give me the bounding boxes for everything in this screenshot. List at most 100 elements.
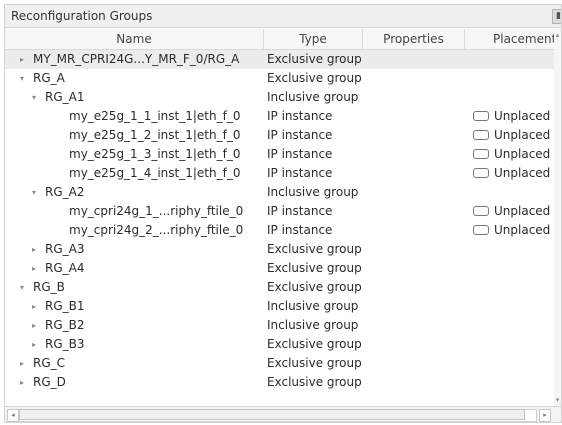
row-name: MY_MR_CPRI24G...Y_MR_F_0/RG_A xyxy=(33,52,240,66)
expand-arrow-down-icon[interactable]: ▾ xyxy=(29,88,39,107)
tree-row[interactable]: my_e25g_1_4_inst_1|eth_f_0 IP instance Unp… xyxy=(5,164,554,183)
float-panel-button[interactable]: ▮ xyxy=(552,9,561,24)
expand-arrow-down-icon[interactable]: ▾ xyxy=(17,278,27,297)
expand-arrow-down-icon[interactable]: ▾ xyxy=(17,69,27,88)
row-type: IP instance xyxy=(267,223,333,237)
row-type: IP instance xyxy=(267,128,333,142)
tree-row[interactable]: my_cpri24g_1_...riphy_ftile_0 IP instance… xyxy=(5,202,554,221)
column-header-properties[interactable]: Properties xyxy=(363,29,465,49)
tree-row[interactable]: ▸ RG_C Exclusive group xyxy=(5,354,554,373)
row-type: IP instance xyxy=(267,109,333,123)
horizontal-scrollbar[interactable]: ◂ ▸ xyxy=(5,406,561,422)
expand-arrow-right-icon[interactable]: ▸ xyxy=(17,354,27,373)
row-name: RG_A3 xyxy=(45,242,85,256)
tree-table-body: ▸ MY_MR_CPRI24G...Y_MR_F_0/RG_A Exclusive … xyxy=(5,50,554,406)
row-name: RG_B2 xyxy=(45,318,85,332)
placement-box-icon xyxy=(473,205,489,216)
row-type: Exclusive group xyxy=(267,337,362,351)
row-type: Inclusive group xyxy=(267,185,359,199)
row-type: IP instance xyxy=(267,147,333,161)
row-name: RG_A xyxy=(33,71,65,85)
column-header-name[interactable]: Name xyxy=(5,29,264,49)
table-header: Name Type Properties Placement xyxy=(5,29,554,50)
placement-label: Unplaced xyxy=(494,147,551,161)
row-type: IP instance xyxy=(267,166,333,180)
placement-label: Unplaced xyxy=(494,128,551,142)
row-name: my_e25g_1_1_inst_1|eth_f_0 xyxy=(69,109,241,123)
tree-row[interactable]: ▸ MY_MR_CPRI24G...Y_MR_F_0/RG_A Exclusive … xyxy=(5,50,554,69)
expand-arrow-down-icon[interactable]: ▾ xyxy=(29,183,39,202)
row-name: RG_A4 xyxy=(45,261,85,275)
row-placement[interactable]: Unplaced xyxy=(473,164,550,183)
tree-row[interactable]: ▸ RG_B1 Inclusive group xyxy=(5,297,554,316)
expand-arrow-right-icon[interactable]: ▸ xyxy=(17,373,27,392)
row-name: RG_B1 xyxy=(45,299,85,313)
row-name: my_e25g_1_4_inst_1|eth_f_0 xyxy=(69,166,241,180)
row-name: my_cpri24g_2_...riphy_ftile_0 xyxy=(69,223,244,237)
tree-row[interactable]: my_e25g_1_2_inst_1|eth_f_0 IP instance Unp… xyxy=(5,126,554,145)
reconfiguration-groups-panel: Reconfiguration Groups ▮ Name Type Prope… xyxy=(4,4,562,423)
row-type: Exclusive group xyxy=(267,71,362,85)
tree-row[interactable]: ▸ RG_B3 Exclusive group xyxy=(5,335,554,354)
row-type: Exclusive group xyxy=(267,52,362,66)
tree-row[interactable]: ▸ RG_A4 Exclusive group xyxy=(5,259,554,278)
panel-titlebar: Reconfiguration Groups ▮ xyxy=(5,5,561,28)
row-name: RG_B xyxy=(33,280,65,294)
vertical-scrollbar[interactable]: ▴ ▾ xyxy=(554,29,561,406)
placement-box-icon xyxy=(473,224,489,235)
tree-row[interactable]: ▸ RG_D Exclusive group xyxy=(5,373,554,392)
row-type: Exclusive group xyxy=(267,242,362,256)
column-header-placement[interactable]: Placement xyxy=(465,29,554,49)
panel-title: Reconfiguration Groups xyxy=(11,9,153,23)
scroll-up-arrow-icon[interactable]: ▴ xyxy=(554,31,561,39)
row-name: RG_C xyxy=(33,356,66,370)
tree-row[interactable]: my_e25g_1_1_inst_1|eth_f_0 IP instance Unp… xyxy=(5,107,554,126)
tree-row[interactable]: ▾ RG_A2 Inclusive group xyxy=(5,183,554,202)
row-name: RG_B3 xyxy=(45,337,85,351)
tree-row[interactable]: ▾ RG_B Exclusive group xyxy=(5,278,554,297)
column-header-type[interactable]: Type xyxy=(264,29,363,49)
tree-row[interactable]: ▾ RG_A1 Inclusive group xyxy=(5,88,554,107)
row-name: RG_A1 xyxy=(45,90,85,104)
scroll-left-arrow-icon[interactable]: ◂ xyxy=(7,409,19,422)
row-type: Inclusive group xyxy=(267,318,359,332)
placement-label: Unplaced xyxy=(494,204,551,218)
row-placement[interactable]: Unplaced xyxy=(473,126,550,145)
row-placement[interactable]: Unplaced xyxy=(473,221,550,240)
row-name: RG_D xyxy=(33,375,66,389)
placement-box-icon xyxy=(473,129,489,140)
expand-arrow-right-icon[interactable]: ▸ xyxy=(29,259,39,278)
placement-label: Unplaced xyxy=(494,109,551,123)
row-name: my_e25g_1_2_inst_1|eth_f_0 xyxy=(69,128,241,142)
row-type: Exclusive group xyxy=(267,375,362,389)
placement-label: Unplaced xyxy=(494,223,551,237)
row-name: my_e25g_1_3_inst_1|eth_f_0 xyxy=(69,147,241,161)
tree-row[interactable]: my_e25g_1_3_inst_1|eth_f_0 IP instance Unp… xyxy=(5,145,554,164)
placement-label: Unplaced xyxy=(494,166,551,180)
tree-row[interactable]: my_cpri24g_2_...riphy_ftile_0 IP instance… xyxy=(5,221,554,240)
scroll-down-arrow-icon[interactable]: ▾ xyxy=(554,396,561,404)
row-name: RG_A2 xyxy=(45,185,85,199)
expand-arrow-right-icon[interactable]: ▸ xyxy=(29,335,39,354)
row-placement[interactable]: Unplaced xyxy=(473,107,550,126)
tree-row[interactable]: ▸ RG_A3 Exclusive group xyxy=(5,240,554,259)
expand-arrow-right-icon[interactable]: ▸ xyxy=(17,50,27,69)
horizontal-scroll-thumb[interactable] xyxy=(19,409,525,420)
scroll-right-arrow-icon[interactable]: ▸ xyxy=(539,409,551,422)
row-type: Inclusive group xyxy=(267,299,359,313)
placement-box-icon xyxy=(473,148,489,159)
row-type: IP instance xyxy=(267,204,333,218)
row-type: Inclusive group xyxy=(267,90,359,104)
tree-row[interactable]: ▾ RG_A Exclusive group xyxy=(5,69,554,88)
row-type: Exclusive group xyxy=(267,280,362,294)
expand-arrow-right-icon[interactable]: ▸ xyxy=(29,316,39,335)
placement-box-icon xyxy=(473,110,489,121)
row-placement[interactable]: Unplaced xyxy=(473,202,550,221)
expand-arrow-right-icon[interactable]: ▸ xyxy=(29,297,39,316)
row-type: Exclusive group xyxy=(267,356,362,370)
tree-row[interactable]: ▸ RG_B2 Inclusive group xyxy=(5,316,554,335)
row-type: Exclusive group xyxy=(267,261,362,275)
placement-box-icon xyxy=(473,167,489,178)
row-placement[interactable]: Unplaced xyxy=(473,145,550,164)
expand-arrow-right-icon[interactable]: ▸ xyxy=(29,240,39,259)
